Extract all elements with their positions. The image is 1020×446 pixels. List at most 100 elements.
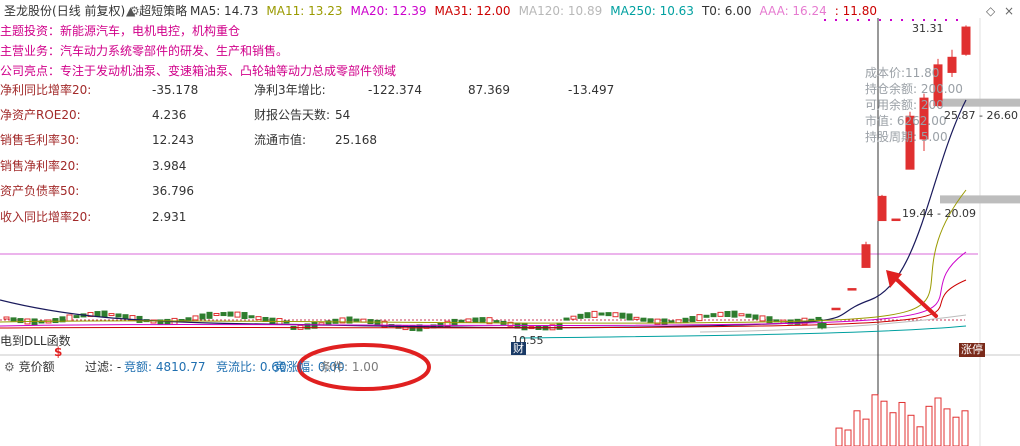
footer-title: 竞价额 bbox=[18, 360, 55, 374]
history-candle bbox=[458, 319, 465, 323]
volume-bar bbox=[961, 410, 969, 446]
net-margin-label: 销售净利率20: bbox=[0, 159, 80, 173]
history-candle bbox=[227, 311, 234, 317]
debt-ratio-value: 36.796 bbox=[152, 184, 194, 198]
ma-legend-item: AAA: 16.24 bbox=[759, 4, 827, 18]
ma-legend-item: MA250: 10.63 bbox=[610, 4, 694, 18]
history-candle bbox=[738, 313, 745, 317]
volume-bar bbox=[835, 427, 843, 446]
volume-bar bbox=[889, 412, 897, 446]
close-icon[interactable]: × bbox=[1004, 3, 1014, 19]
history-candle bbox=[367, 319, 374, 325]
ma-legend-item: MA20: 12.39 bbox=[350, 4, 427, 18]
history-candle bbox=[3, 316, 10, 320]
candle-body bbox=[861, 244, 871, 268]
history-candle bbox=[605, 312, 612, 317]
strategy-icon: ▲ bbox=[126, 4, 136, 18]
stock-title[interactable]: 圣龙股份(日线 前复权) ⚙ bbox=[4, 3, 140, 19]
history-candle bbox=[234, 311, 241, 318]
revenue-yoy-value: 2.931 bbox=[152, 210, 187, 224]
history-candle bbox=[52, 318, 59, 324]
candle-body bbox=[891, 218, 901, 222]
history-candle bbox=[759, 315, 766, 322]
history-candle bbox=[521, 323, 528, 331]
gross-margin-value: 12.243 bbox=[152, 133, 194, 147]
debt-ratio-label: 资产负债率50: bbox=[0, 184, 80, 198]
candle-body bbox=[817, 322, 827, 329]
history-candle bbox=[199, 313, 206, 320]
float-cap-label: 流通市值: bbox=[254, 133, 307, 147]
history-candle bbox=[206, 311, 213, 319]
volume-bar bbox=[916, 426, 924, 446]
footer-condition: 条件: 1.00 bbox=[320, 360, 379, 374]
support-level-label: 19.44 - 20.09 bbox=[902, 207, 976, 220]
history-candle bbox=[220, 312, 227, 317]
position-holding-period: 持股周期: 5.00 bbox=[865, 130, 948, 144]
history-candle bbox=[241, 312, 248, 320]
history-candle bbox=[563, 317, 570, 321]
volume-bar bbox=[844, 429, 852, 446]
candle-body bbox=[947, 56, 957, 73]
net-profit-yoy-label: 净利同比增率20: bbox=[0, 83, 92, 97]
history-candle bbox=[612, 312, 619, 318]
history-candle bbox=[717, 311, 724, 317]
candle-body bbox=[831, 307, 841, 311]
footer-filter: 过滤: - bbox=[85, 360, 122, 374]
volume-bar bbox=[862, 418, 870, 446]
position-holding: 持仓余额: 200.00 bbox=[865, 82, 963, 96]
history-candle bbox=[647, 318, 654, 324]
history-candle bbox=[626, 313, 633, 321]
history-candle bbox=[213, 312, 220, 316]
position-market-value: 市值: 6262.00 bbox=[865, 114, 947, 128]
strategy-name: 超短策略 bbox=[139, 4, 188, 18]
history-candle bbox=[633, 316, 640, 320]
history-candle bbox=[10, 317, 17, 322]
footer-settings-icon[interactable]: ⚙ bbox=[4, 360, 15, 374]
last-price-label: 31.31 bbox=[912, 22, 944, 35]
ma120-line bbox=[699, 314, 967, 333]
gross-margin-label: 销售毛利率30: bbox=[0, 133, 80, 147]
strategy-selector[interactable]: ▲ 超短策略 bbox=[126, 3, 187, 19]
report-days-value: 54 bbox=[335, 108, 351, 122]
report-days-label: 财报公告天数: bbox=[254, 108, 331, 122]
diamond-icon[interactable]: ◇ bbox=[986, 3, 995, 19]
ma11-line bbox=[0, 189, 967, 324]
history-candle bbox=[472, 317, 479, 323]
history-candle bbox=[115, 313, 122, 318]
history-candle bbox=[640, 317, 647, 322]
history-candle bbox=[122, 314, 129, 320]
net-margin-value: 3.984 bbox=[152, 159, 187, 173]
candle-body bbox=[961, 26, 971, 55]
history-candle bbox=[661, 318, 668, 326]
theme-info: 主题投资：新能源汽车，电机电控，机构重仓 bbox=[0, 24, 241, 38]
volume-bar bbox=[871, 394, 879, 446]
net-profit-yoy-value: -35.178 bbox=[152, 83, 199, 97]
volume-bar bbox=[898, 401, 906, 446]
history-candle bbox=[353, 318, 360, 322]
history-candle bbox=[66, 314, 73, 322]
history-candle bbox=[619, 312, 626, 319]
history-candle bbox=[710, 313, 717, 318]
history-candle bbox=[101, 310, 108, 318]
ma-legend-item: MA120: 10.89 bbox=[518, 4, 603, 18]
history-candle bbox=[248, 315, 255, 319]
ma-legend-item: : 11.80 bbox=[834, 4, 877, 18]
volume-bar bbox=[907, 414, 915, 446]
history-candle bbox=[108, 313, 115, 317]
net-profit-3y-value-3: -13.497 bbox=[568, 83, 615, 97]
history-candle bbox=[703, 314, 710, 318]
history-candle bbox=[269, 317, 276, 324]
candle-body bbox=[877, 195, 887, 222]
financial-report-marker[interactable]: 财 bbox=[511, 342, 526, 355]
footer-amount: 竞额: 4810.77 bbox=[124, 360, 206, 374]
ma-legend-item: MA11: 13.23 bbox=[266, 4, 343, 18]
limit-up-marker[interactable]: 涨停 bbox=[959, 343, 985, 357]
position-cost: 成本价:11.80 bbox=[865, 66, 940, 80]
ma-legend-item: MA5: 14.73 bbox=[190, 4, 259, 18]
volume-bar bbox=[943, 408, 951, 446]
revenue-yoy-label: 收入同比增率20: bbox=[0, 210, 92, 224]
net-profit-3y-value-1: -122.374 bbox=[368, 83, 422, 97]
history-candle bbox=[185, 317, 192, 322]
roe-label: 净资产ROE20: bbox=[0, 108, 81, 122]
candle-body bbox=[847, 288, 857, 291]
